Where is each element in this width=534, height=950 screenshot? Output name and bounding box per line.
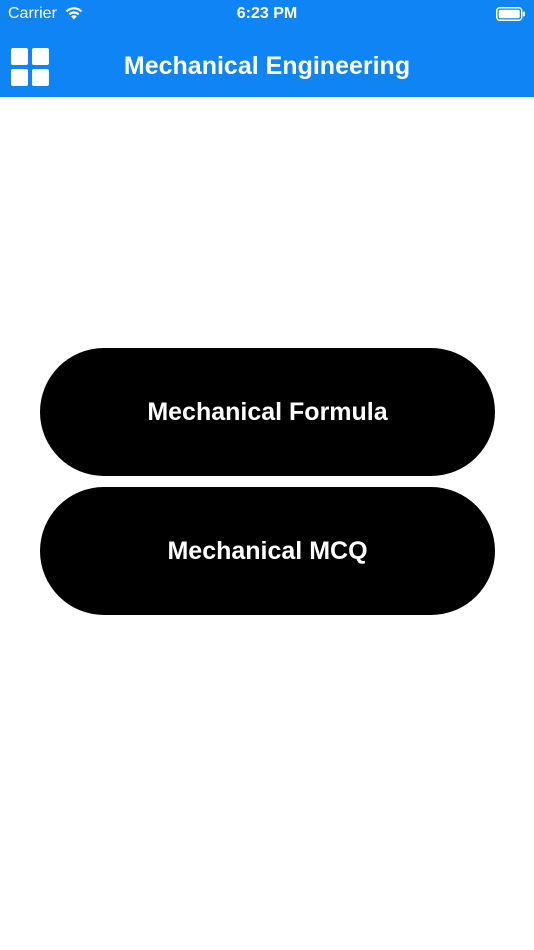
status-bar: Carrier 6:23 PM <box>0 0 534 28</box>
mechanical-formula-button[interactable]: Mechanical Formula <box>40 348 495 476</box>
page-title: Mechanical Engineering <box>123 52 411 80</box>
status-time: 6:23 PM <box>236 5 298 22</box>
app-header: Carrier 6:23 PM Mechanical Engineering <box>0 0 534 97</box>
nav-bar: Mechanical Engineering <box>0 28 534 97</box>
battery-icon <box>496 7 525 21</box>
mechanical-mcq-button[interactable]: Mechanical MCQ <box>40 487 495 615</box>
